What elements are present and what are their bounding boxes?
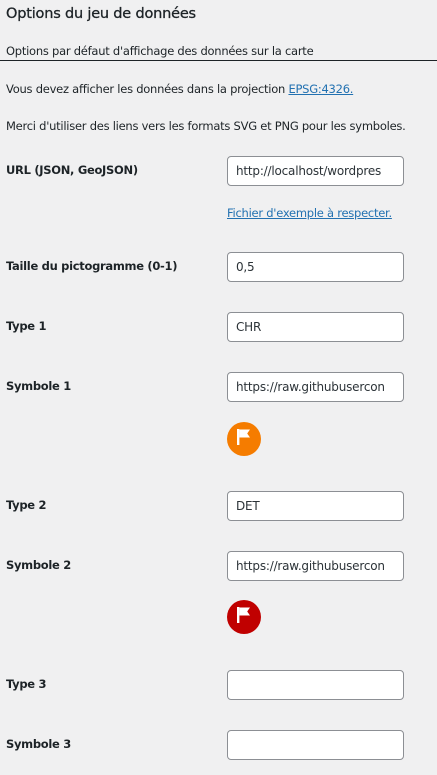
symbol-1-input[interactable] [227,372,404,402]
type-3-input[interactable] [227,670,404,700]
type-2-label: Type 2 [6,498,47,512]
symbol-2-label: Symbole 2 [6,558,71,572]
section-subtitle: Options par défaut d'affichage des donné… [6,44,314,58]
projection-notice-text: Vous devez afficher les données dans la … [6,82,289,96]
type-1-input[interactable] [227,312,404,342]
flag-icon [235,427,253,451]
section-title: Options du jeu de données [6,6,196,22]
symbol-2-input[interactable] [227,551,404,581]
symbol-1-label: Symbole 1 [6,379,71,393]
symbol-3-input[interactable] [227,730,404,760]
url-label: URL (JSON, GeoJSON) [6,163,138,177]
section-divider [0,60,437,61]
flag-icon [235,605,253,629]
formats-notice: Merci d'utiliser des liens vers les form… [6,119,406,133]
type-3-label: Type 3 [6,677,47,691]
icon-size-input[interactable] [227,252,404,282]
projection-notice: Vous devez afficher les données dans la … [6,82,353,96]
type-1-label: Type 1 [6,319,47,333]
icon-size-label: Taille du pictogramme (0-1) [6,259,178,273]
example-file-link[interactable]: Fichier d'exemple à respecter. [227,206,392,220]
epsg-link[interactable]: EPSG:4326. [288,82,353,96]
type-2-input[interactable] [227,491,404,521]
symbol-2-preview [227,600,261,634]
symbol-3-label: Symbole 3 [6,737,71,751]
url-input[interactable] [227,156,404,186]
symbol-1-preview [227,422,261,456]
